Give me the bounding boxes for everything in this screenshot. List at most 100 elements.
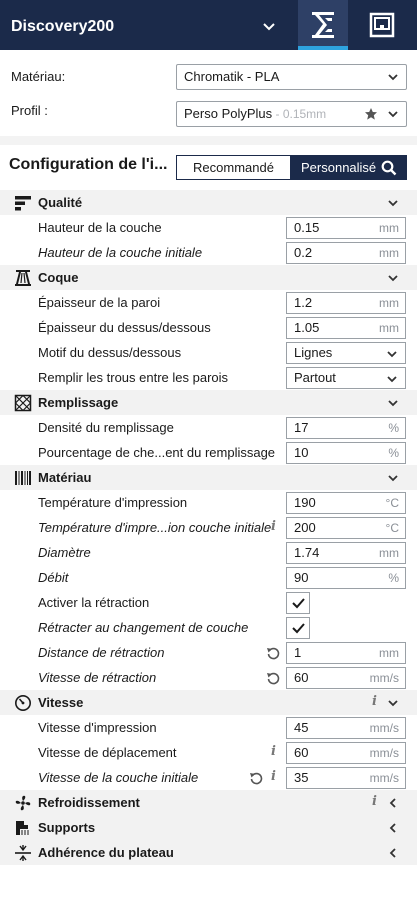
category-adhesion[interactable]: Adhérence du plateau (0, 840, 417, 865)
setting-label: Vitesse d'impression (38, 720, 157, 735)
info-icon[interactable]: i (372, 694, 377, 709)
chevron-down-icon (388, 74, 398, 81)
info-icon[interactable]: i (271, 744, 276, 759)
material-value: Chromatik - PLA (184, 69, 280, 84)
category-cooling[interactable]: Refroidissement i (0, 790, 417, 815)
setting-label: Hauteur de la couche (38, 220, 162, 235)
field-unit: mm (379, 321, 399, 335)
supports-icon (16, 821, 29, 835)
print-temp-initial-input[interactable]: 200 °C (286, 517, 406, 539)
category-shell[interactable]: Coque (0, 265, 417, 290)
setting-label: Rétracter au changement de couche (38, 620, 249, 635)
field-value: 1.74 (294, 545, 320, 560)
chevron-down-icon[interactable] (259, 16, 279, 36)
setting-row: Distance de rétraction 1 mm (0, 640, 417, 665)
speed-gauge-icon (15, 695, 31, 711)
category-label: Refroidissement (38, 795, 140, 810)
info-icon[interactable]: i (372, 794, 377, 809)
print-setup-icon (312, 12, 334, 38)
setting-label: Débit (38, 570, 69, 585)
infill-overlap-input[interactable]: 10% (286, 442, 406, 464)
reset-icon[interactable] (266, 646, 280, 660)
config-title: Configuration de l'i... (9, 156, 168, 173)
category-label: Matériau (38, 470, 92, 485)
field-value: 10 (294, 445, 309, 460)
info-icon[interactable]: i (271, 769, 276, 784)
field-unit: mm (379, 221, 399, 235)
info-icon[interactable]: i (271, 519, 276, 534)
category-label: Vitesse (38, 695, 84, 710)
quality-icon (15, 196, 31, 211)
setting-row: Densité du remplissage 17% (0, 415, 417, 440)
category-infill[interactable]: Remplissage (0, 390, 417, 415)
flow-input[interactable]: 90% (286, 567, 406, 589)
category-supports[interactable]: Supports (0, 815, 417, 840)
search-icon[interactable] (381, 160, 397, 176)
profile-layer: - 0.15mm (272, 107, 327, 121)
diameter-input[interactable]: 1.74 mm (286, 542, 406, 564)
chevron-left-icon (389, 848, 396, 858)
setting-label: Distance de rétraction (38, 645, 165, 660)
profile-label: Profil : (11, 103, 48, 118)
retract-layer-change-checkbox[interactable] (286, 617, 310, 639)
category-quality[interactable]: Qualité (0, 190, 417, 215)
field-unit: % (388, 571, 399, 585)
initial-layer-speed-input[interactable]: 35 mm/s (286, 767, 406, 789)
field-unit: % (388, 421, 399, 435)
setting-label: Température d'impre...ion couche initial… (38, 520, 272, 535)
setting-row: Rétracter au changement de couche (0, 615, 417, 640)
infill-icon (14, 394, 32, 412)
field-value: 17 (294, 420, 309, 435)
setting-row: Température d'impre...ion couche initial… (0, 515, 417, 540)
field-value: 1.05 (294, 320, 320, 335)
chevron-down-icon (388, 111, 398, 118)
retraction-distance-input[interactable]: 1 mm (286, 642, 406, 664)
initial-layer-height-input[interactable]: 0.2 mm (286, 242, 406, 264)
reset-icon[interactable] (249, 771, 263, 785)
category-label: Coque (38, 270, 79, 285)
check-icon (292, 598, 305, 609)
category-material[interactable]: Matériau (0, 465, 417, 490)
category-speed[interactable]: Vitesse i (0, 690, 417, 715)
printer-name[interactable]: Discovery200 (11, 0, 114, 50)
monitor-button[interactable] (357, 0, 407, 50)
wall-thickness-input[interactable]: 1.2 mm (286, 292, 406, 314)
retraction-enable-checkbox[interactable] (286, 592, 310, 614)
custom-mode-button[interactable]: Personnalisé (291, 155, 407, 180)
infill-density-input[interactable]: 17% (286, 417, 406, 439)
setting-label: Densité du remplissage (38, 420, 174, 435)
adhesion-icon (15, 845, 31, 861)
fill-gaps-select[interactable]: Partout (286, 367, 406, 389)
profile-select[interactable]: Perso PolyPlus - 0.15mm (176, 101, 407, 127)
material-label: Matériau: (11, 69, 66, 84)
layer-height-input[interactable]: 0.15 mm (286, 217, 406, 239)
print-speed-input[interactable]: 45 mm/s (286, 717, 406, 739)
field-value: 60 (294, 745, 309, 760)
category-label: Remplissage (38, 395, 119, 410)
setting-label: Épaisseur de la paroi (38, 295, 161, 310)
material-select[interactable]: Chromatik - PLA (176, 64, 407, 90)
setting-row: Température d'impression 190 °C (0, 490, 417, 515)
setting-row: Motif du dessus/dessous Lignes (0, 340, 417, 365)
field-value: 190 (294, 495, 316, 510)
chevron-down-icon (388, 475, 398, 482)
recommended-mode-button[interactable]: Recommandé (176, 155, 291, 180)
setting-label: Activer la rétraction (38, 595, 150, 610)
top-bottom-pattern-select[interactable]: Lignes (286, 342, 406, 364)
print-setup-button[interactable] (298, 0, 348, 50)
travel-speed-input[interactable]: 60 mm/s (286, 742, 406, 764)
fan-icon (15, 795, 31, 811)
field-unit: °C (385, 496, 399, 510)
chevron-down-icon (388, 275, 398, 282)
print-temp-input[interactable]: 190 °C (286, 492, 406, 514)
field-unit: mm (379, 646, 399, 660)
reset-icon[interactable] (266, 671, 280, 685)
setting-row: Débit 90% (0, 565, 417, 590)
star-icon[interactable] (364, 107, 378, 121)
retraction-speed-input[interactable]: 60 mm/s (286, 667, 406, 689)
chevron-left-icon (389, 823, 396, 833)
setting-label: Vitesse de rétraction (38, 670, 157, 685)
setting-row: Épaisseur de la paroi 1.2 mm (0, 290, 417, 315)
top-bottom-thickness-input[interactable]: 1.05 mm (286, 317, 406, 339)
category-label: Adhérence du plateau (38, 845, 174, 860)
